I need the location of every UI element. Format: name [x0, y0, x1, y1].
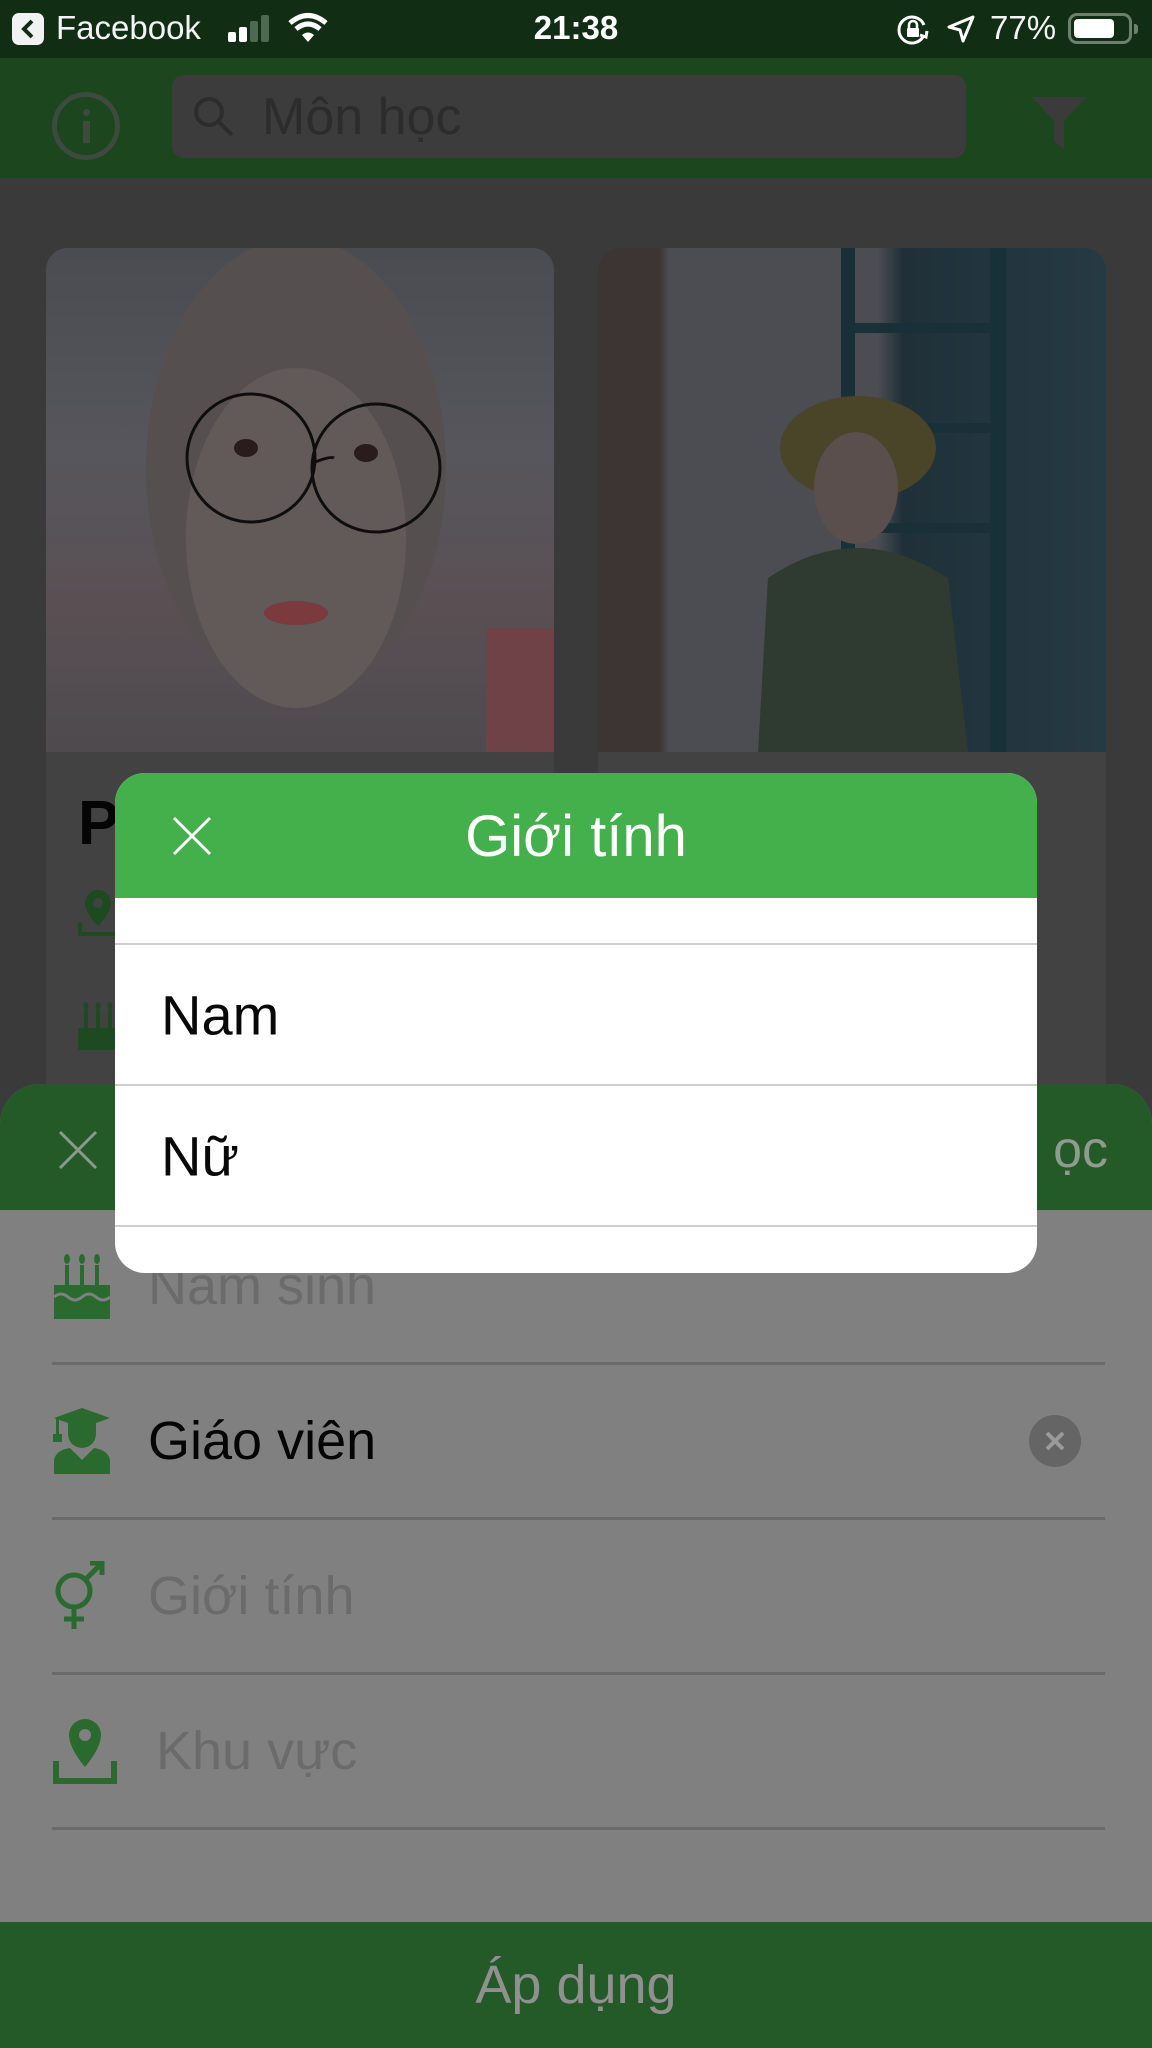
filter-row-teacher[interactable]: Giáo viên — [52, 1365, 1105, 1520]
filter-row-label: Giới tính — [148, 1566, 355, 1626]
filter-row-region[interactable]: Khu vực — [52, 1675, 1105, 1830]
search-input[interactable] — [262, 75, 942, 158]
filter-row-value: Giáo viên — [148, 1411, 377, 1471]
battery-percent: 77% — [990, 9, 1057, 46]
battery-tip — [1134, 24, 1138, 34]
gender-icon — [55, 1561, 105, 1629]
app-header — [0, 58, 1152, 178]
battery-level — [1074, 19, 1114, 38]
clear-icon — [1045, 1431, 1065, 1451]
filter-sheet-title: ọc — [1053, 1121, 1108, 1179]
option-male[interactable]: Nam — [115, 945, 1037, 1086]
clock: 21:38 — [533, 9, 619, 46]
option-label: Nữ — [161, 1124, 239, 1187]
search-icon — [194, 97, 234, 137]
location-services-icon — [947, 15, 975, 43]
teacher-photo — [598, 248, 1106, 752]
portrait-image — [146, 248, 554, 752]
battery-icon — [1068, 13, 1132, 44]
info-icon[interactable] — [52, 92, 120, 160]
search-box[interactable] — [172, 75, 966, 158]
rotation-lock-icon — [897, 15, 929, 45]
option-label: Nam — [161, 983, 280, 1046]
gender-options-list: Nam Nữ — [115, 898, 1037, 1227]
birthday-cake-icon — [78, 1002, 118, 1050]
dialog-header: Giới tính — [115, 773, 1037, 898]
option-female[interactable]: Nữ — [115, 1086, 1037, 1227]
birthday-cake-icon — [53, 1254, 111, 1319]
dialog-title: Giới tính — [465, 804, 687, 869]
filter-row-label: Khu vực — [156, 1721, 358, 1781]
location-icon — [78, 890, 116, 936]
list-spacer — [115, 898, 1037, 945]
gender-picker-dialog: Giới tính Nam Nữ — [115, 773, 1037, 1273]
teacher-name: P — [78, 789, 120, 858]
apply-button[interactable]: Áp dụng — [0, 1922, 1152, 2048]
teacher-photo — [46, 248, 554, 752]
close-icon[interactable] — [56, 1128, 100, 1172]
location-icon — [53, 1719, 117, 1784]
teacher-icon — [53, 1408, 110, 1474]
clear-teacher-button[interactable] — [1029, 1415, 1081, 1467]
filter-icon[interactable] — [1030, 95, 1088, 151]
status-bar: Facebook 21:38 77% — [0, 0, 1152, 58]
filter-row-gender[interactable]: Giới tính — [52, 1520, 1105, 1675]
portrait-image — [758, 248, 1006, 752]
